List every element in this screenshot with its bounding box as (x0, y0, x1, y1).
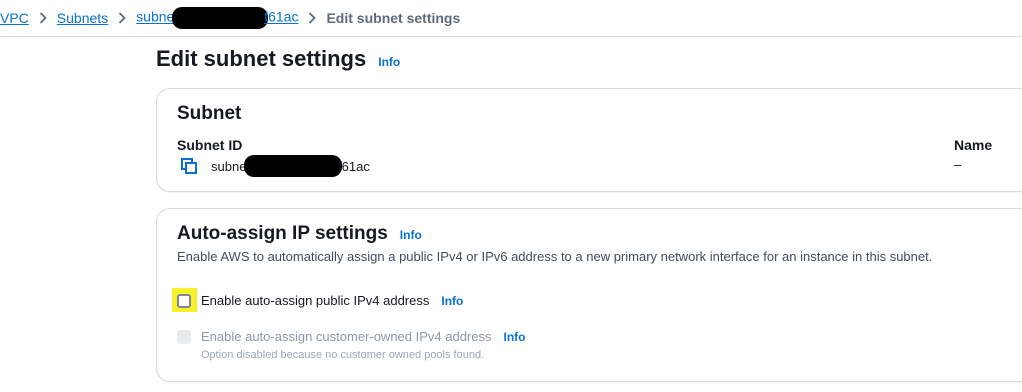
chevron-right-icon (118, 12, 126, 24)
breadcrumb-subnet-suffix: f61ac (264, 8, 299, 25)
customer-owned-checkbox-label: Enable auto-assign customer-owned IPv4 a… (201, 329, 492, 344)
page-title: Edit subnet settings (156, 46, 367, 71)
ipv4-checkbox[interactable] (177, 293, 191, 308)
breadcrumb: VPC Subnets subnet f61ac Edit subnet sett… (0, 0, 1022, 37)
page-info-link[interactable]: Info (378, 55, 400, 69)
name-label: Name (954, 137, 993, 153)
name-value: – (954, 157, 962, 172)
breadcrumb-vpc-link[interactable]: VPC (0, 10, 29, 26)
customer-owned-note: Option disabled because no customer owne… (201, 349, 485, 361)
breadcrumb-subnets-link[interactable]: Subnets (57, 10, 108, 26)
ipv4-info-link[interactable]: Info (441, 294, 463, 308)
auto-assign-card: Auto-assign IP settings Info Enable AWS … (156, 208, 1022, 382)
page-header: Edit subnet settings Info (156, 46, 400, 72)
redaction-mark (244, 155, 343, 177)
subnet-id-label: Subnet ID (177, 137, 243, 153)
auto-assign-title: Auto-assign IP settings (177, 223, 388, 244)
subnet-id-value: subnet f61ac (181, 155, 370, 177)
subnet-card-title: Subnet (177, 103, 242, 124)
copy-icon[interactable] (181, 158, 197, 174)
breadcrumb-current: Edit subnet settings (326, 10, 461, 26)
customer-owned-info-link[interactable]: Info (504, 330, 526, 344)
customer-owned-checkbox (177, 329, 191, 344)
chevron-right-icon (308, 12, 317, 24)
ipv4-checkbox-label[interactable]: Enable auto-assign public IPv4 address (201, 293, 429, 308)
breadcrumb-subnet-link[interactable]: subnet f61ac (136, 7, 298, 29)
auto-assign-info-link[interactable]: Info (400, 228, 422, 242)
customer-owned-option: Enable auto-assign customer-owned IPv4 a… (177, 329, 526, 344)
ipv4-checkbox-wrap (172, 287, 197, 312)
subnet-card: Subnet Subnet ID subnet f61ac Name – (156, 88, 1022, 192)
auto-assign-header: Auto-assign IP settings Info (177, 223, 422, 245)
chevron-right-icon (39, 12, 47, 24)
ipv4-option: Enable auto-assign public IPv4 address I… (172, 287, 463, 312)
auto-assign-description: Enable AWS to automatically assign a pub… (177, 249, 933, 264)
subnet-id-suffix: f61ac (338, 158, 370, 174)
redaction-mark (172, 7, 269, 29)
